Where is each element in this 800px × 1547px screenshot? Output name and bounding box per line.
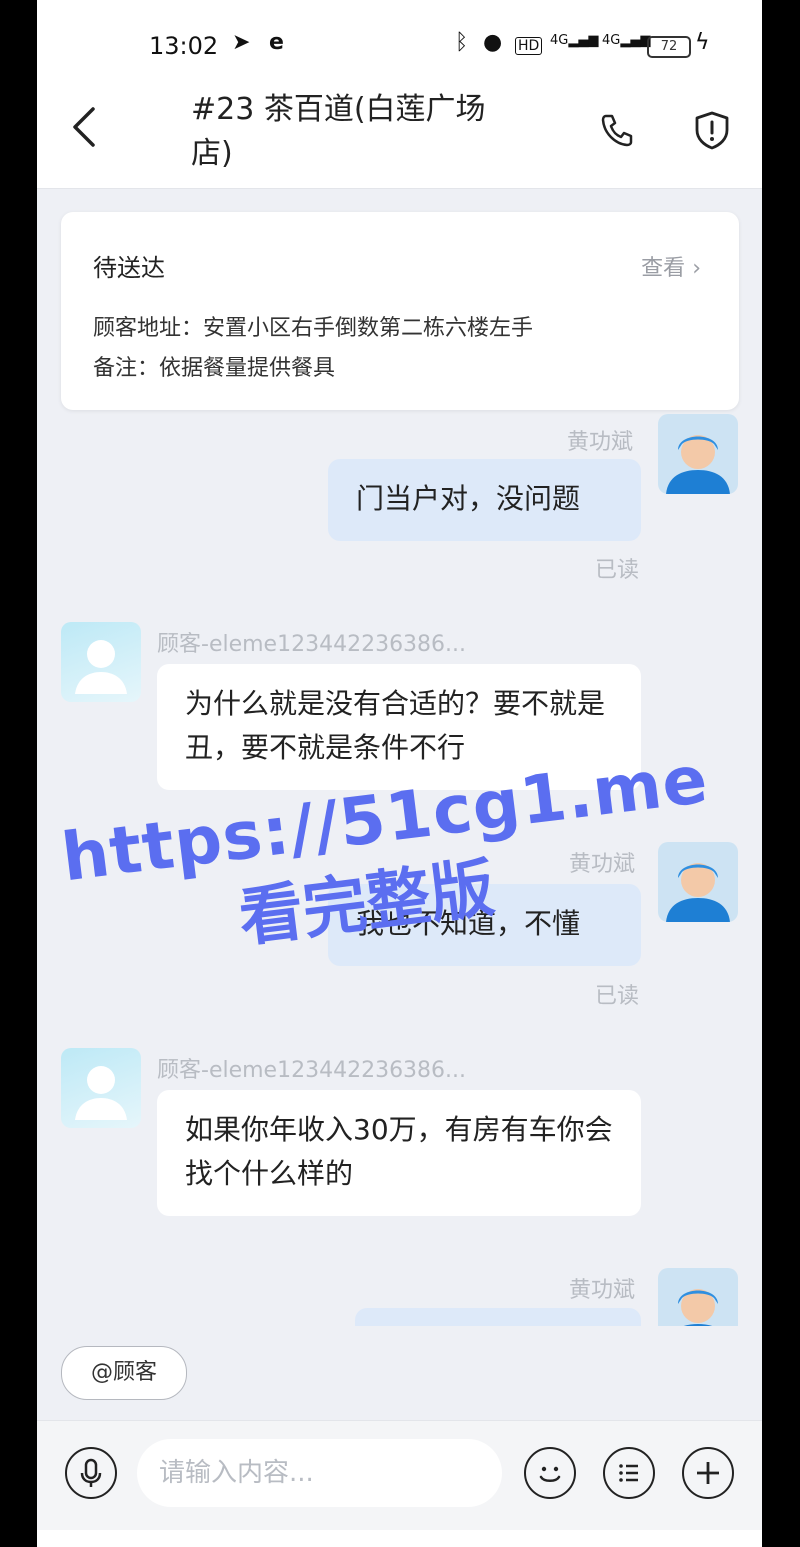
smiley-icon bbox=[539, 1466, 560, 1482]
read-receipt: 已读 bbox=[595, 984, 640, 1009]
message-bubble-outgoing[interactable]: 门当户对，没问题 bbox=[328, 459, 641, 541]
shield-icon bbox=[695, 111, 729, 150]
customer-address: 顾客地址：安置小区右手倒数第二栋六楼左手 bbox=[93, 316, 534, 341]
customer-avatar[interactable] bbox=[61, 622, 141, 702]
call-button[interactable] bbox=[597, 110, 637, 150]
rider-avatar-icon bbox=[678, 1289, 718, 1326]
status-bar: 13:02 ➤ e ᛒ ● HD 4G▂▄▆ 4G▂▄▆ 72 ϟ bbox=[37, 0, 762, 90]
quick-reply-button[interactable] bbox=[603, 1447, 655, 1499]
order-note: 备注：依据餐量提供餐具 bbox=[93, 356, 336, 381]
plus-icon bbox=[696, 1461, 719, 1484]
message-sender-name: 顾客-eleme123442236386... bbox=[157, 1058, 467, 1083]
microphone-icon bbox=[80, 1458, 101, 1487]
user-avatar-icon bbox=[75, 1066, 127, 1120]
message-sender-name: 黄功斌 bbox=[569, 852, 636, 877]
voice-button[interactable] bbox=[65, 1447, 117, 1499]
customer-avatar[interactable] bbox=[61, 1048, 141, 1128]
message-partial: 黄功斌 bbox=[37, 1260, 762, 1326]
rider-avatar-icon bbox=[666, 435, 730, 494]
list-icon bbox=[618, 1463, 638, 1482]
page-title: #23 茶百道(白莲广场店) bbox=[191, 92, 486, 171]
view-order-link[interactable]: 查看 › bbox=[641, 250, 701, 282]
bottom-bar bbox=[37, 1530, 762, 1547]
more-button[interactable] bbox=[682, 1447, 734, 1499]
message-sender-name: 黄功斌 bbox=[569, 1278, 636, 1303]
safety-button[interactable] bbox=[692, 110, 732, 150]
input-bar bbox=[37, 1420, 762, 1531]
rider-avatar[interactable] bbox=[658, 414, 738, 494]
order-card: 待送达 查看 › 顾客地址：安置小区右手倒数第二栋六楼左手 备注：依据餐量提供餐… bbox=[61, 212, 739, 410]
battery-icon: 72 bbox=[647, 36, 691, 58]
location-icon: ● bbox=[483, 30, 503, 55]
chevron-right-icon: › bbox=[692, 256, 701, 281]
signal-icon-1: 4G▂▄▆ bbox=[550, 33, 599, 48]
rider-avatar-icon bbox=[666, 863, 730, 922]
message-bubble-outgoing[interactable] bbox=[355, 1308, 641, 1326]
mention-customer-button[interactable]: @顾客 bbox=[61, 1346, 187, 1400]
charging-icon: ϟ bbox=[695, 30, 710, 55]
read-receipt: 已读 bbox=[595, 558, 640, 583]
status-time: 13:02 bbox=[149, 32, 219, 60]
navigation-icon: ➤ bbox=[232, 30, 251, 55]
message-bubble-incoming[interactable]: 如果你年收入30万，有房有车你会找个什么样的 bbox=[157, 1090, 641, 1216]
user-avatar-icon bbox=[75, 640, 127, 694]
signal-icon-2: 4G▂▄▆ bbox=[602, 33, 651, 48]
back-button[interactable] bbox=[69, 105, 109, 155]
emoji-button[interactable] bbox=[524, 1447, 576, 1499]
rider-avatar[interactable] bbox=[658, 1268, 738, 1326]
message-sender-name: 黄功斌 bbox=[567, 430, 634, 455]
rider-avatar[interactable] bbox=[658, 842, 738, 922]
hd-icon: HD bbox=[515, 37, 543, 55]
chat-header: #23 茶百道(白莲广场店) bbox=[37, 90, 762, 189]
chevron-left-icon bbox=[73, 107, 95, 147]
message-input[interactable] bbox=[137, 1439, 502, 1507]
phone-icon bbox=[601, 114, 633, 147]
message-sender-name: 顾客-eleme123442236386... bbox=[157, 632, 467, 657]
app-notification-icon: e bbox=[269, 30, 284, 55]
bluetooth-icon: ᛒ bbox=[455, 30, 469, 55]
order-status: 待送达 bbox=[93, 254, 165, 282]
